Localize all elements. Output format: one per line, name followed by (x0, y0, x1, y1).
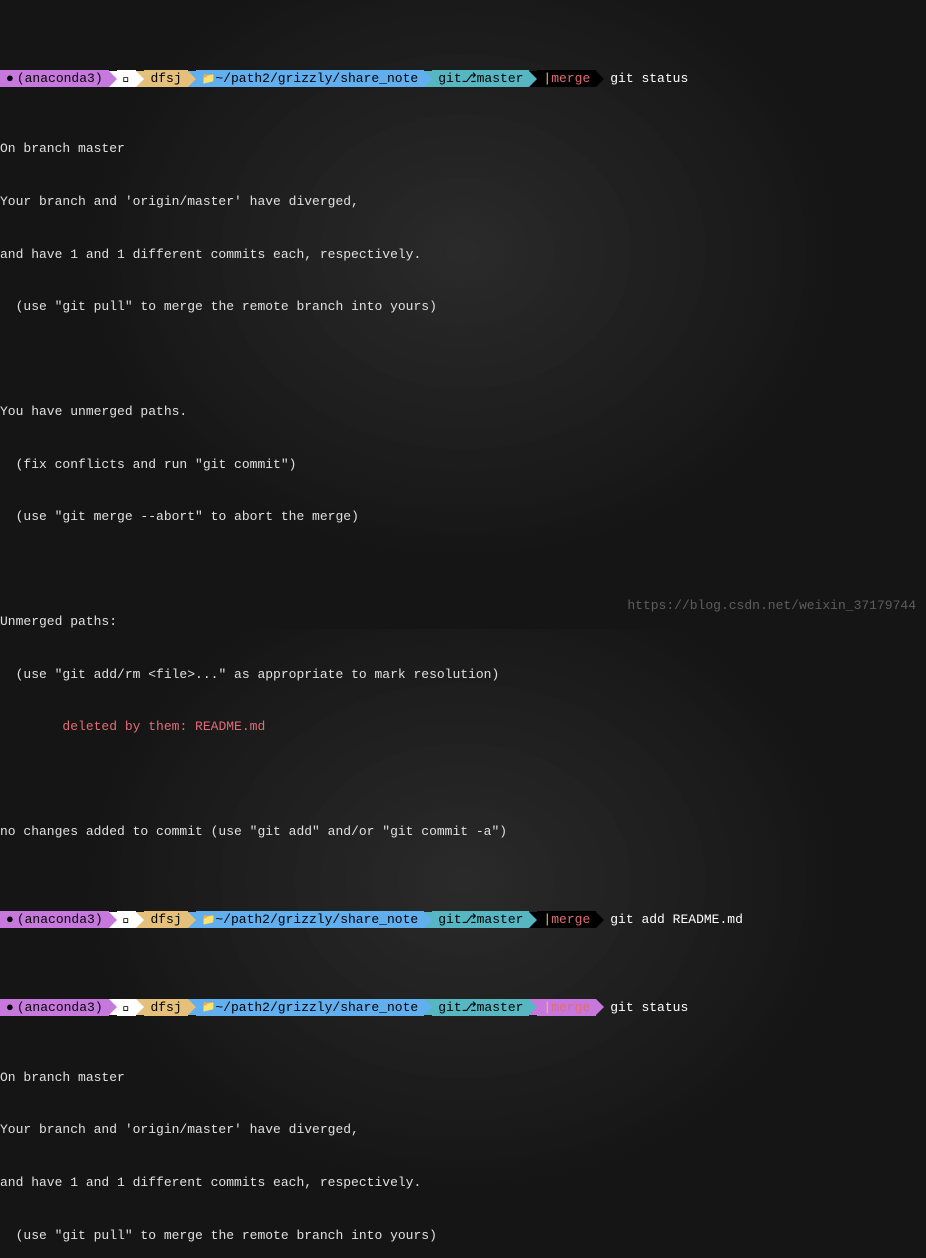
output-line: You have unmerged paths. (0, 403, 926, 421)
conda-env: (anaconda3) (17, 911, 103, 929)
path-segment: ~/path2/grizzly/share_note (196, 911, 425, 928)
bullet-icon (6, 911, 17, 929)
user-segment: dfsj (144, 911, 187, 928)
output-line: On branch master (0, 1069, 926, 1087)
output-line: and have 1 and 1 different commits each,… (0, 1174, 926, 1192)
blank-line (0, 771, 926, 788)
output-line: no changes added to commit (use "git add… (0, 823, 926, 841)
command-text: git status (604, 999, 688, 1017)
chevron-icon (109, 912, 117, 928)
path-text: ~/path2/grizzly/share_note (215, 911, 418, 929)
chevron-icon (188, 912, 196, 928)
chevron-icon (136, 71, 144, 87)
merge-segment: | merge (537, 911, 596, 928)
bullet-icon (6, 999, 17, 1017)
merge-segment: | merge (537, 70, 596, 87)
path-text: ~/path2/grizzly/share_note (215, 70, 418, 88)
chevron-icon (424, 71, 432, 87)
path-text: ~/path2/grizzly/share_note (215, 999, 418, 1017)
chevron-icon (596, 912, 604, 928)
user-segment: dfsj (144, 999, 187, 1016)
bullet-icon (6, 70, 17, 88)
branch-icon (462, 70, 477, 88)
chevron-icon (109, 999, 117, 1015)
git-segment: git master (432, 999, 529, 1016)
branch-icon (462, 911, 477, 929)
merge-segment: | merge (537, 999, 596, 1016)
git-segment: git master (432, 70, 529, 87)
chevron-icon (424, 912, 432, 928)
output-line: (use "git merge --abort" to abort the me… (0, 508, 926, 526)
chevron-icon (109, 71, 117, 87)
path-segment: ~/path2/grizzly/share_note (196, 999, 425, 1016)
chevron-icon (529, 71, 537, 87)
git-label: git (438, 70, 461, 88)
output-line: (use "git add/rm <file>..." as appropria… (0, 666, 926, 684)
branch-name: master (477, 70, 524, 88)
folder-icon (202, 998, 216, 1016)
chevron-icon (529, 912, 537, 928)
git-label: git (438, 999, 461, 1017)
chevron-icon (136, 999, 144, 1015)
conda-segment: (anaconda3) (0, 70, 109, 87)
user-segment: dfsj (144, 70, 187, 87)
chevron-icon (188, 999, 196, 1015)
merge-label: merge (551, 999, 590, 1017)
merge-label: merge (551, 70, 590, 88)
branch-name: master (477, 911, 524, 929)
conda-env: (anaconda3) (17, 999, 103, 1017)
pipe: | (543, 911, 551, 929)
watermark: https://blog.csdn.net/weixin_37179744 (627, 597, 916, 615)
command-text: git status (604, 70, 688, 88)
output-line: On branch master (0, 140, 926, 158)
apple-icon (123, 70, 131, 88)
output-line: (use "git pull" to merge the remote bran… (0, 298, 926, 316)
output-line: (fix conflicts and run "git commit") (0, 456, 926, 474)
output-line: (use "git pull" to merge the remote bran… (0, 1227, 926, 1245)
chevron-icon (188, 71, 196, 87)
output-line-red: deleted by them: README.md (0, 718, 926, 736)
prompt-line-2: (anaconda3) dfsj ~/path2/grizzly/share_not… (0, 911, 926, 929)
folder-icon (202, 911, 216, 929)
apple-icon (123, 911, 131, 929)
apple-segment (117, 999, 137, 1016)
chevron-icon (596, 999, 604, 1015)
branch-name: master (477, 999, 524, 1017)
path-segment: ~/path2/grizzly/share_note (196, 70, 425, 87)
chevron-icon (424, 999, 432, 1015)
blank-line (0, 561, 926, 578)
pipe: | (543, 999, 551, 1017)
output-line: Unmerged paths: (0, 613, 926, 631)
git-segment: git master (432, 911, 529, 928)
pipe: | (543, 70, 551, 88)
chevron-icon (596, 71, 604, 87)
conda-env: (anaconda3) (17, 70, 103, 88)
blank-line (0, 351, 926, 368)
prompt-line-1: (anaconda3) dfsj ~/path2/grizzly/share_not… (0, 70, 926, 88)
folder-icon (202, 70, 216, 88)
git-label: git (438, 911, 461, 929)
output-line: Your branch and 'origin/master' have div… (0, 1121, 926, 1139)
conda-segment: (anaconda3) (0, 911, 109, 928)
output-line: Your branch and 'origin/master' have div… (0, 193, 926, 211)
command-text: git add README.md (604, 911, 743, 929)
merge-label: merge (551, 911, 590, 929)
apple-segment (117, 911, 137, 928)
chevron-icon (136, 912, 144, 928)
output-line: and have 1 and 1 different commits each,… (0, 246, 926, 264)
prompt-line-3: (anaconda3) dfsj ~/path2/grizzly/share_not… (0, 999, 926, 1017)
branch-icon (462, 999, 477, 1017)
conda-segment: (anaconda3) (0, 999, 109, 1016)
apple-icon (123, 999, 131, 1017)
chevron-icon (529, 999, 537, 1015)
terminal[interactable]: (anaconda3) dfsj ~/path2/grizzly/share_not… (0, 0, 926, 1258)
apple-segment (117, 70, 137, 87)
